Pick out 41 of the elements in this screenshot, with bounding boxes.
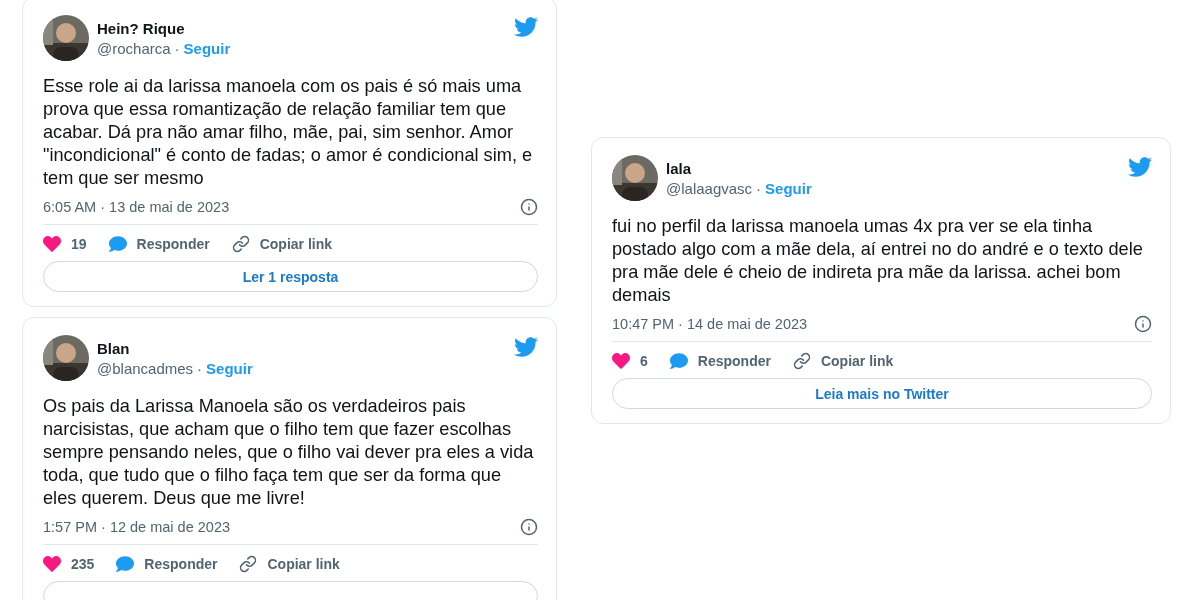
heart-icon[interactable] bbox=[612, 352, 630, 370]
user-name: lala bbox=[666, 159, 693, 177]
like-count: 6 bbox=[640, 353, 648, 369]
info-icon[interactable] bbox=[520, 518, 538, 536]
user-handle: @lalaagvasc bbox=[666, 179, 753, 197]
user-handle: @blancadmes bbox=[97, 359, 194, 377]
copy-link[interactable]: Copiar link bbox=[820, 353, 894, 369]
separator-dot: · bbox=[756, 179, 762, 197]
user-handle: @rocharca bbox=[97, 39, 171, 57]
user-name: Blan bbox=[97, 339, 131, 357]
tweet-text: fui no perfil da larissa manoela umas 4x pra ver se ela tinha postado algo com a mãe dela, aí entrei no do andré e o texto dele pra mãe dele é cheio de indireta pra mãe da larissa. achei bom demais bbox=[612, 215, 1144, 307]
tweet-text: Os pais da Larissa Manoela são os verdadeiros pais narcisistas, que acham que o filho tem que fazer escolhas sempre pensando neles, que o filho vai dever pra eles a vida toda, que tudo que o filho faça tem que ser da forma que eles querem. Deus que me livre! bbox=[43, 395, 535, 510]
reply-icon[interactable] bbox=[116, 555, 135, 573]
twitter-bird-icon[interactable] bbox=[1128, 155, 1152, 179]
tweet-time[interactable]: 1:57 PM · 12 de mai de 2023 bbox=[43, 519, 230, 535]
tweet-time[interactable]: 10:47 PM · 14 de mai de 2023 bbox=[612, 316, 808, 332]
like-count: 235 bbox=[71, 556, 95, 572]
reply-link[interactable]: Responder bbox=[697, 353, 771, 369]
reply-icon[interactable] bbox=[108, 235, 127, 253]
twitter-bird-icon[interactable] bbox=[514, 335, 538, 359]
like-count: 19 bbox=[71, 236, 87, 252]
copy-link[interactable]: Copiar link bbox=[267, 556, 340, 572]
user-name: Hein? Rique bbox=[97, 19, 186, 37]
link-icon[interactable] bbox=[231, 235, 250, 253]
copy-link[interactable]: Copiar link bbox=[259, 236, 333, 252]
info-icon[interactable] bbox=[520, 198, 538, 216]
link-icon[interactable] bbox=[239, 555, 258, 573]
heart-icon[interactable] bbox=[43, 235, 61, 253]
read-more-button[interactable]: Ler 1 resposta bbox=[43, 261, 538, 292]
reply-icon[interactable] bbox=[669, 352, 688, 370]
separator-dot: · bbox=[197, 359, 203, 377]
info-icon[interactable] bbox=[1134, 315, 1152, 333]
reply-link[interactable]: Responder bbox=[144, 556, 218, 572]
tweet-text: Esse role ai da larissa manoela com os pais é só mais uma prova que essa romantização de relação familiar tem que acabar. Dá pra não amar filho, mãe, pai, sim senhor. Amor "incondicional" é conto de fadas; o amor é condicional sim, e tem que ser mesmo bbox=[43, 75, 534, 190]
reply-link[interactable]: Responder bbox=[136, 236, 210, 252]
heart-icon[interactable] bbox=[43, 555, 61, 573]
separator-dot: · bbox=[174, 39, 180, 57]
twitter-bird-icon[interactable] bbox=[514, 15, 538, 39]
read-more-button[interactable]: Leia mais no Twitter bbox=[612, 378, 1152, 409]
tweet-time[interactable]: 6:05 AM · 13 de mai de 2023 bbox=[43, 199, 230, 215]
link-icon[interactable] bbox=[792, 352, 811, 370]
